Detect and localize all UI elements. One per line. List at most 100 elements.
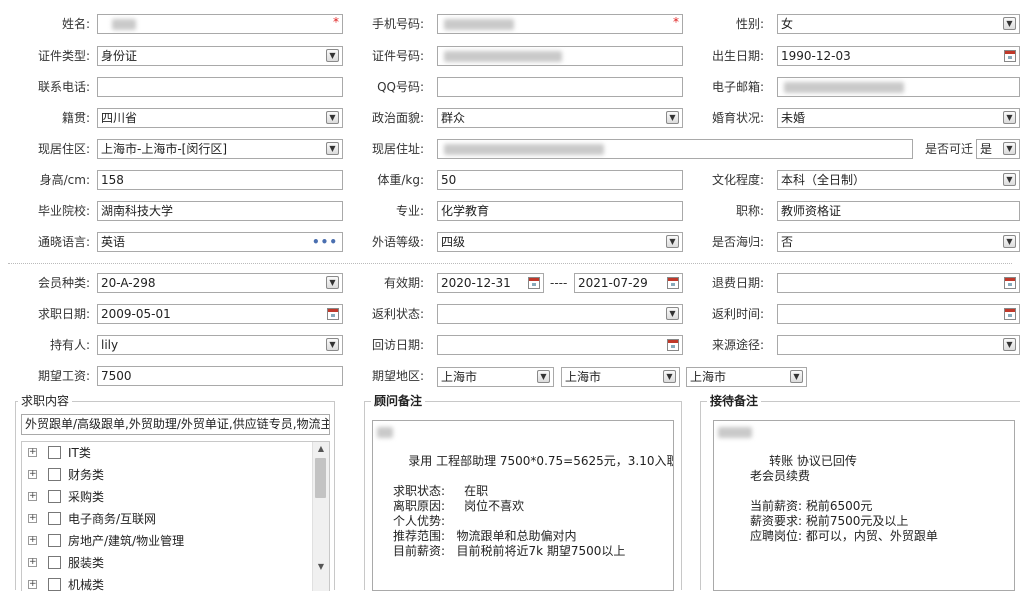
residence-address-label: 现居住址:: [371, 142, 424, 156]
consultant-notes-redacted: [377, 427, 393, 438]
chevron-down-icon[interactable]: ▼: [1003, 235, 1016, 248]
checkbox[interactable]: [48, 468, 61, 481]
name-label: 姓名:: [61, 17, 90, 31]
chevron-down-icon[interactable]: ▼: [1003, 173, 1016, 186]
valid-to-field[interactable]: 2021-07-29: [574, 273, 683, 293]
expand-icon[interactable]: +: [28, 492, 37, 501]
section-divider: [8, 263, 1012, 264]
calendar-icon[interactable]: [1004, 50, 1016, 62]
consultant-notes-text[interactable]: 录用 工程部助理 7500*0.75=5625元，3.10入职 求职状态: 在职…: [372, 420, 674, 591]
title-value: 教师资格证: [781, 204, 842, 218]
email-field[interactable]: [777, 77, 1020, 97]
expand-icon[interactable]: +: [28, 558, 37, 567]
id-type-value: 身份证: [101, 49, 138, 63]
source-select[interactable]: ▼: [777, 335, 1020, 355]
expected-area-select-3[interactable]: 上海市 ▼: [686, 367, 807, 387]
language-level-select[interactable]: 四级 ▼: [437, 232, 683, 252]
chevron-down-icon[interactable]: ▼: [663, 370, 676, 383]
birth-date-field[interactable]: 1990-12-03: [777, 46, 1020, 66]
reception-notes-redacted: [718, 427, 752, 438]
name-redacted: [112, 19, 136, 30]
valid-period-label: 有效期:: [383, 276, 424, 290]
rebate-status-select[interactable]: ▼: [437, 304, 683, 324]
expected-area-value-1: 上海市: [441, 370, 478, 384]
residence-address-field[interactable]: [437, 139, 913, 159]
languages-field[interactable]: 英语 •••: [97, 232, 343, 252]
relocate-label: 是否可迁: [924, 142, 973, 156]
expand-icon[interactable]: +: [28, 536, 37, 545]
qq-field[interactable]: [437, 77, 683, 97]
languages-label: 通晓语言:: [37, 235, 90, 249]
education-select[interactable]: 本科（全日制） ▼: [777, 170, 1020, 190]
gender-value: 女: [781, 17, 794, 31]
scroll-thumb[interactable]: [315, 458, 326, 498]
weight-field[interactable]: 50: [437, 170, 683, 190]
id-type-select[interactable]: 身份证 ▼: [97, 46, 343, 66]
height-value: 158: [101, 173, 124, 187]
calendar-icon[interactable]: [1004, 308, 1016, 320]
name-field[interactable]: *: [97, 14, 343, 34]
expected-salary-value: 7500: [101, 369, 132, 383]
expected-salary-field[interactable]: 7500: [97, 366, 343, 386]
checkbox[interactable]: [48, 556, 61, 569]
chevron-down-icon[interactable]: ▼: [1003, 111, 1016, 124]
member-type-select[interactable]: 20-A-298 ▼: [97, 273, 343, 293]
revisit-date-field[interactable]: [437, 335, 683, 355]
major-field[interactable]: 化学教育: [437, 201, 683, 221]
chevron-down-icon[interactable]: ▼: [790, 370, 803, 383]
rebate-time-field[interactable]: [777, 304, 1020, 324]
political-status-select[interactable]: 群众 ▼: [437, 108, 683, 128]
phone-field[interactable]: *: [437, 14, 683, 34]
job-seek-date-label: 求职日期:: [37, 307, 90, 321]
title-field[interactable]: 教师资格证: [777, 201, 1020, 221]
chevron-down-icon[interactable]: ▼: [1003, 17, 1016, 30]
expected-area-value-2: 上海市: [565, 370, 602, 384]
marital-status-select[interactable]: 未婚 ▼: [777, 108, 1020, 128]
chevron-down-icon[interactable]: ▼: [537, 370, 550, 383]
refund-date-field[interactable]: [777, 273, 1020, 293]
email-redacted: [784, 82, 904, 93]
school-field[interactable]: 湖南科技大学: [97, 201, 343, 221]
height-field[interactable]: 158: [97, 170, 343, 190]
phone-label: 手机号码:: [371, 17, 424, 31]
holder-select[interactable]: lily ▼: [97, 335, 343, 355]
scroll-up-icon[interactable]: ▲: [313, 442, 329, 456]
job-content-summary[interactable]: 外贸跟单/高级跟单,外贸助理/外贸单证,供应链专员,物流主: [21, 414, 330, 435]
relocate-select[interactable]: 是 ▼: [976, 139, 1020, 159]
residence-area-select[interactable]: 上海市-上海市-[闵行区] ▼: [97, 139, 343, 159]
id-number-redacted: [444, 51, 562, 62]
checkbox[interactable]: [48, 534, 61, 547]
expected-area-select-2[interactable]: 上海市 ▼: [561, 367, 680, 387]
height-label: 身高/cm:: [39, 173, 90, 187]
contact-phone-field[interactable]: [97, 77, 343, 97]
id-number-field[interactable]: [437, 46, 683, 66]
expand-icon[interactable]: +: [28, 580, 37, 589]
checkbox[interactable]: [48, 490, 61, 503]
scroll-down-icon[interactable]: ▼: [313, 560, 329, 574]
native-place-select[interactable]: 四川省 ▼: [97, 108, 343, 128]
chevron-down-icon[interactable]: ▼: [1003, 142, 1016, 155]
valid-to-value: 2021-07-29: [578, 276, 648, 290]
chevron-down-icon[interactable]: ▼: [1003, 338, 1016, 351]
overseas-returnee-select[interactable]: 否 ▼: [777, 232, 1020, 252]
expand-icon[interactable]: +: [28, 448, 37, 457]
tree-scrollbar[interactable]: ▲ ▼: [312, 442, 329, 591]
job-content-title: 求职内容: [18, 394, 73, 408]
checkbox[interactable]: [48, 446, 61, 459]
overseas-returnee-label: 是否海归:: [711, 235, 764, 249]
valid-from-field[interactable]: 2020-12-31: [437, 273, 544, 293]
expected-area-select-1[interactable]: 上海市 ▼: [437, 367, 554, 387]
gender-select[interactable]: 女 ▼: [777, 14, 1020, 34]
checkbox[interactable]: [48, 512, 61, 525]
job-seek-date-field[interactable]: 2009-05-01: [97, 304, 343, 324]
job-content-summary-text: 外贸跟单/高级跟单,外贸助理/外贸单证,供应链专员,物流主: [25, 417, 330, 431]
expand-icon[interactable]: +: [28, 470, 37, 479]
reception-notes-text[interactable]: 转账 协议已回传 老会员续费 当前薪资: 税前6500元 薪资要求: 税前750…: [713, 420, 1015, 591]
checkbox[interactable]: [48, 578, 61, 591]
consultant-notes-title: 顾问备注: [371, 394, 426, 408]
tree-item-label: 房地产/建筑/物业管理: [68, 534, 185, 548]
calendar-icon[interactable]: [1004, 277, 1016, 289]
expand-icon[interactable]: +: [28, 514, 37, 523]
weight-value: 50: [441, 173, 457, 187]
calendar-icon[interactable]: [528, 277, 540, 289]
